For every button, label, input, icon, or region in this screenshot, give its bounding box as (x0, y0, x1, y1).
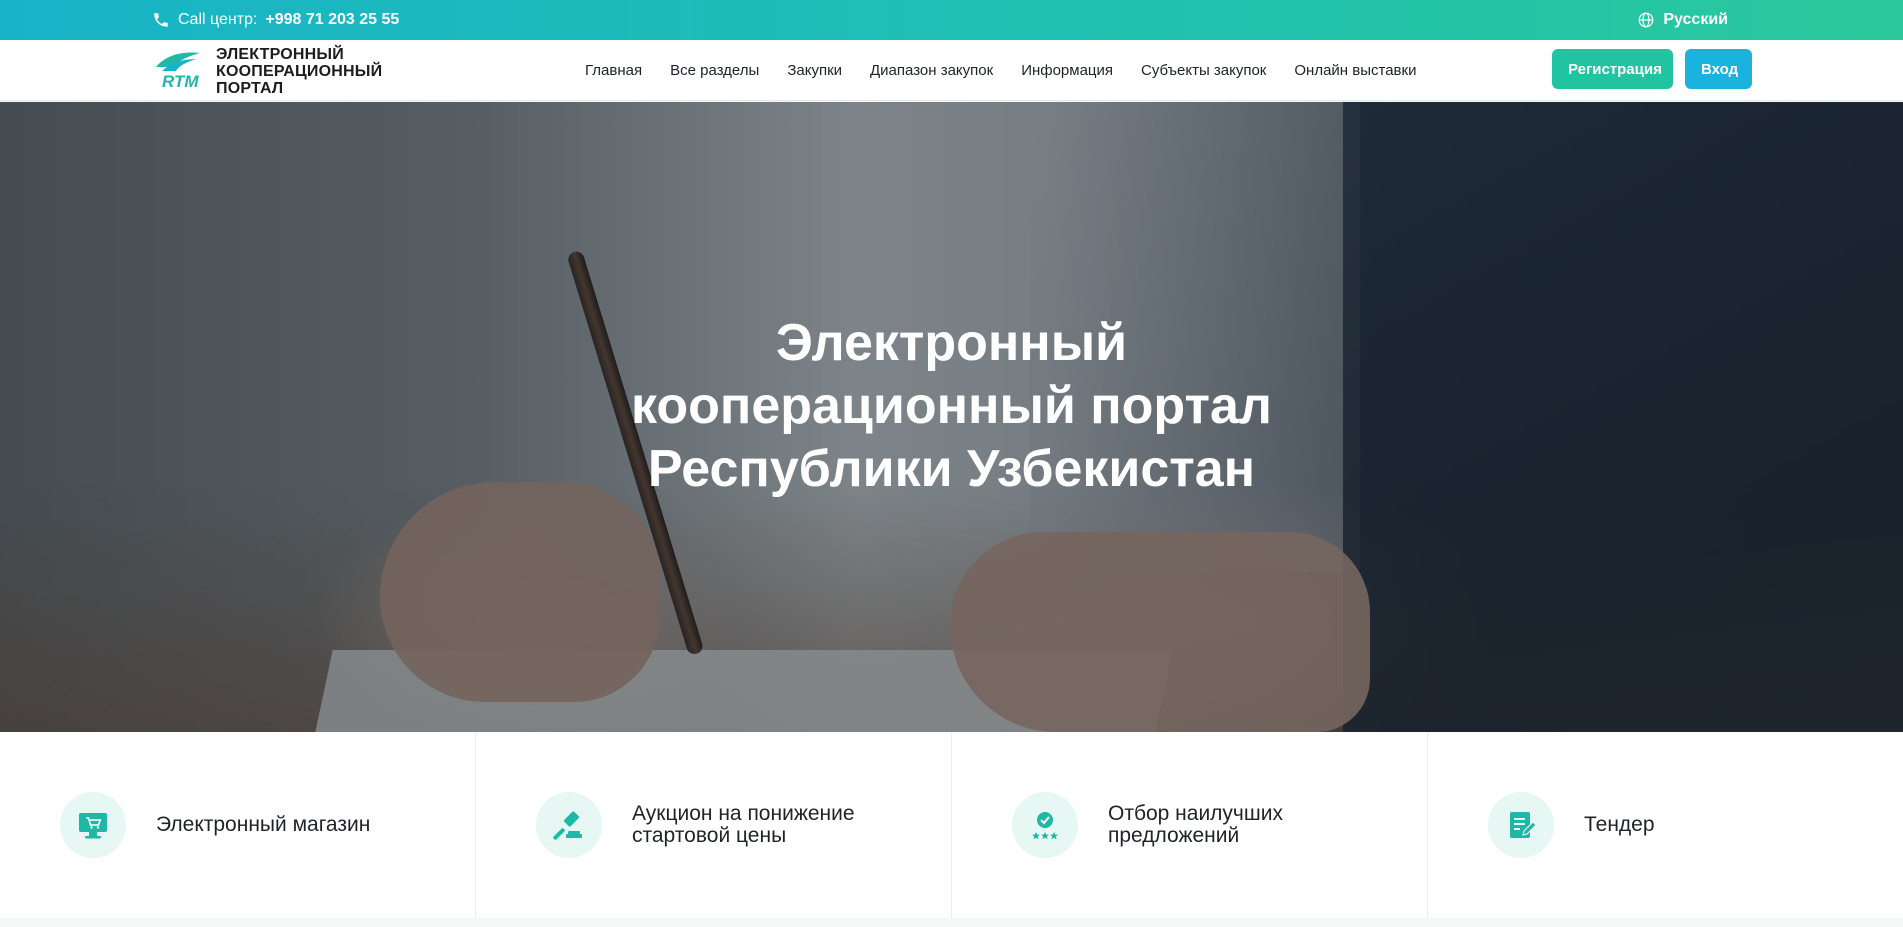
auth-buttons: Регистрация Вход (1552, 49, 1752, 89)
menu-item-home[interactable]: Главная (585, 62, 642, 79)
brand-logo-link[interactable]: RTM ЭЛЕКТРОННЫЙ КООПЕРАЦИОННЫЙ ПОРТАЛ (152, 43, 406, 99)
menu-item-all-sections[interactable]: Все разделы (670, 62, 759, 79)
menu-item-purchases[interactable]: Закупки (787, 62, 842, 79)
category-best-offers[interactable]: Отбор наилучших предложений (952, 732, 1428, 918)
hero-title-line: кооперационный портал (631, 377, 1272, 435)
brand-line: ЭЛЕКТРОННЫЙ (216, 45, 344, 63)
badge-stars-icon (1012, 792, 1078, 858)
register-button[interactable]: Регистрация (1552, 49, 1673, 89)
hero-banner: Электронный кооперационный портал Респуб… (0, 102, 1903, 732)
menu-item-online-exhibitions[interactable]: Онлайн выставки (1294, 62, 1416, 79)
category-label: Отбор наилучших предложений (1108, 802, 1283, 847)
menu-item-purchase-range[interactable]: Диапазон закупок (870, 62, 993, 79)
category-label: Тендер (1584, 813, 1655, 836)
hero-title: Электронный кооперационный портал Респуб… (0, 312, 1903, 501)
category-auction[interactable]: Аукцион на понижение стартовой цены (476, 732, 952, 918)
top-bar: Call центр: +998 71 203 25 55 Русский (0, 0, 1903, 40)
main-navbar: RTM ЭЛЕКТРОННЫЙ КООПЕРАЦИОННЫЙ ПОРТАЛ Гл… (0, 40, 1903, 101)
language-label: Русский (1663, 11, 1728, 28)
gavel-icon (536, 792, 602, 858)
category-e-shop[interactable]: Электронный магазин (0, 732, 476, 918)
main-menu: Главная Все разделы Закупки Диапазон зак… (585, 40, 1416, 101)
category-label: Аукцион на понижение стартовой цены (632, 802, 855, 847)
login-button[interactable]: Вход (1685, 49, 1752, 89)
rtm-logo-icon: RTM (152, 49, 208, 93)
brand-line: ПОРТАЛ (216, 79, 284, 97)
category-tender[interactable]: Тендер (1428, 732, 1903, 918)
menu-item-information[interactable]: Информация (1021, 62, 1113, 79)
document-edit-icon (1488, 792, 1554, 858)
call-center-label: Call центр: (178, 11, 258, 28)
category-label: Электронный магазин (156, 813, 371, 836)
brand-name: ЭЛЕКТРОННЫЙ КООПЕРАЦИОННЫЙ ПОРТАЛ (216, 46, 406, 97)
globe-icon (1637, 11, 1655, 29)
procurement-categories: Электронный магазин Аукцион на понижение… (0, 732, 1903, 918)
menu-item-purchase-subjects[interactable]: Субъекты закупок (1141, 62, 1266, 79)
logo-mark-text: RTM (162, 72, 199, 91)
hero-title-line: Республики Узбекистан (647, 440, 1256, 498)
phone-icon (152, 11, 170, 29)
hero-title-line: Электронный (775, 314, 1128, 372)
brand-line: КООПЕРАЦИОННЫЙ (216, 62, 383, 80)
shop-cart-icon (60, 792, 126, 858)
call-center[interactable]: Call центр: +998 71 203 25 55 (152, 0, 399, 40)
language-selector[interactable]: Русский (1637, 0, 1728, 40)
call-center-number[interactable]: +998 71 203 25 55 (265, 11, 399, 29)
